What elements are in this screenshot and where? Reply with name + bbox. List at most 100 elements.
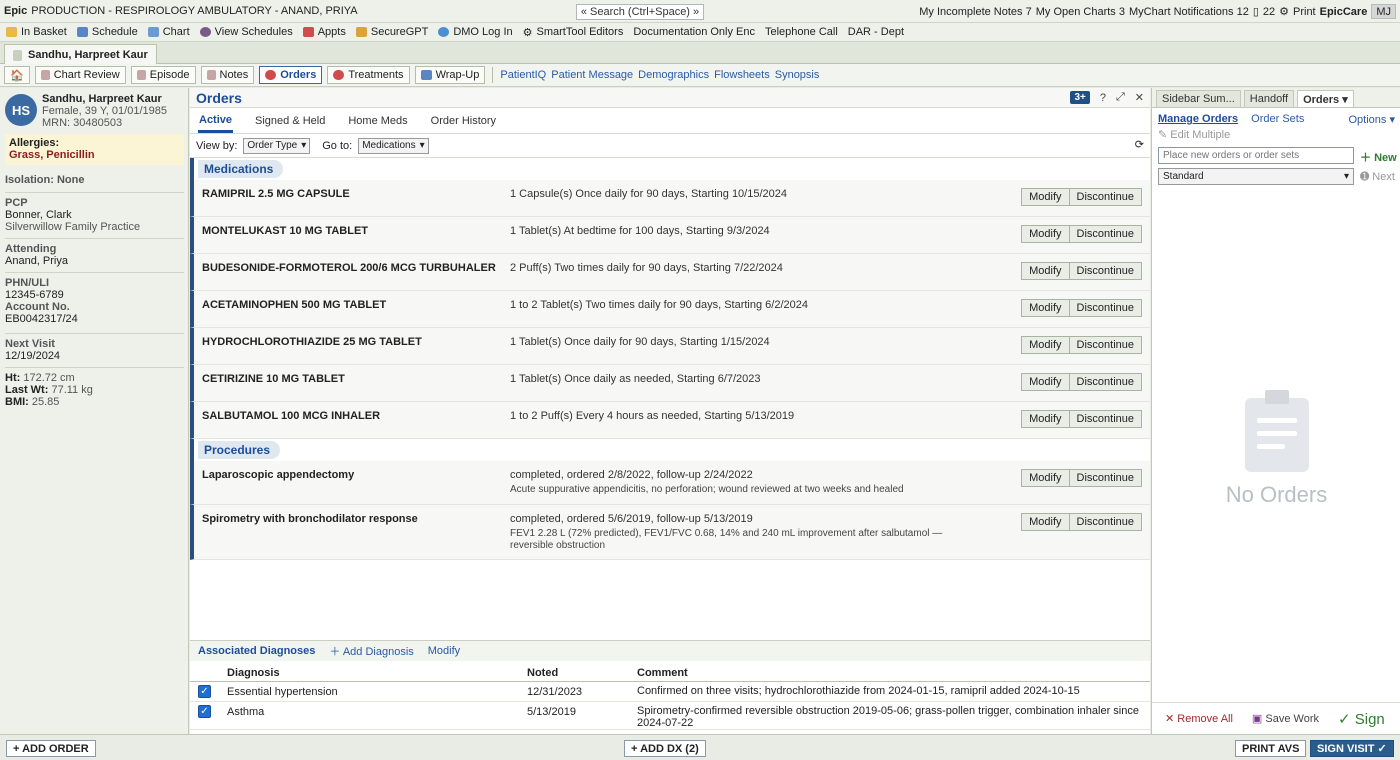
discontinue-button[interactable]: Discontinue bbox=[1069, 262, 1142, 280]
manage-orders-link[interactable]: Manage Orders bbox=[1158, 113, 1238, 125]
diagnosis-checkbox[interactable]: ✓ bbox=[198, 685, 211, 698]
medication-order-row[interactable]: BUDESONIDE-FORMOTEROL 200/6 MCG TURBUHAL… bbox=[190, 254, 1150, 291]
toolbar-telephone-call[interactable]: Telephone Call bbox=[765, 26, 838, 38]
medication-order-row[interactable]: HYDROCHLOROTHIAZIDE 25 MG TABLET 1 Tablet… bbox=[190, 328, 1150, 365]
order-mode-select[interactable]: Standard ▾ bbox=[1158, 168, 1354, 185]
edit-multiple-link[interactable]: ✎ Edit Multiple bbox=[1158, 128, 1395, 141]
link-patient-message[interactable]: Patient Message bbox=[551, 69, 633, 81]
expand-icon[interactable]: ⤢ bbox=[1116, 91, 1125, 104]
table-row[interactable]: ✓ Asthma 5/13/2019 Spirometry-confirmed rev… bbox=[190, 702, 1150, 730]
link-demographics[interactable]: Demographics bbox=[638, 69, 709, 81]
patient-name[interactable]: Sandhu, Harpreet Kaur bbox=[42, 93, 162, 105]
discontinue-button[interactable]: Discontinue bbox=[1069, 299, 1142, 317]
activity-orders[interactable]: Orders bbox=[259, 66, 323, 84]
discontinue-button[interactable]: Discontinue bbox=[1069, 469, 1142, 487]
tab-signed-held[interactable]: Signed & Held bbox=[254, 109, 326, 133]
save-work-button[interactable]: ▣ Save Work bbox=[1252, 712, 1319, 725]
close-icon[interactable]: ✕ bbox=[1135, 91, 1144, 104]
order-name[interactable]: ACETAMINOPHEN 500 MG TABLET bbox=[202, 299, 386, 311]
procedure-order-row[interactable]: Spirometry with bronchodilator response c… bbox=[190, 505, 1150, 560]
modify-button[interactable]: Modify bbox=[1021, 299, 1070, 317]
toolbar-smarttool-editors[interactable]: ⚙ SmartTool Editors bbox=[523, 26, 624, 39]
global-search-input[interactable]: « Search (Ctrl+Space) » bbox=[576, 4, 704, 20]
order-name[interactable]: BUDESONIDE-FORMOTEROL 200/6 MCG TURBUHAL… bbox=[202, 262, 496, 274]
order-name[interactable]: Spirometry with bronchodilator response bbox=[202, 513, 418, 525]
allergies-box[interactable]: Allergies: Grass, Penicillin bbox=[5, 134, 184, 165]
medications-section-label[interactable]: Medications bbox=[198, 160, 284, 178]
user-badge[interactable]: MJ bbox=[1371, 4, 1396, 19]
tab-handoff[interactable]: Handoff bbox=[1243, 90, 1295, 107]
discontinue-button[interactable]: Discontinue bbox=[1069, 513, 1142, 531]
attending-name[interactable]: Anand, Priya bbox=[5, 255, 184, 267]
link-flowsheets[interactable]: Flowsheets bbox=[714, 69, 770, 81]
order-sets-link[interactable]: Order Sets bbox=[1251, 113, 1304, 125]
toolbar-dar-dept[interactable]: DAR - Dept bbox=[848, 26, 904, 38]
procedure-order-row[interactable]: Laparoscopic appendectomy completed, orde… bbox=[190, 461, 1150, 505]
tab-active[interactable]: Active bbox=[198, 109, 234, 133]
order-name[interactable]: Laparoscopic appendectomy bbox=[202, 469, 354, 481]
add-order-button[interactable]: + ADD ORDER bbox=[6, 740, 96, 757]
tab-order-history[interactable]: Order History bbox=[430, 109, 497, 133]
modify-button[interactable]: Modify bbox=[1021, 188, 1070, 206]
sign-button[interactable]: ✓ Sign bbox=[1338, 710, 1385, 728]
avatar[interactable]: HS bbox=[5, 94, 37, 126]
help-icon[interactable]: ? bbox=[1100, 92, 1106, 104]
toolbar-dmo-login[interactable]: DMO Log In bbox=[438, 26, 513, 38]
discontinue-button[interactable]: Discontinue bbox=[1069, 336, 1142, 354]
messages-icon[interactable]: ▯ bbox=[1253, 5, 1259, 18]
goto-select[interactable]: Medications ▾ bbox=[358, 137, 429, 154]
procedures-section-label[interactable]: Procedures bbox=[198, 441, 281, 459]
order-name[interactable]: MONTELUKAST 10 MG TABLET bbox=[202, 225, 368, 237]
remove-all-button[interactable]: ✕ Remove All bbox=[1165, 712, 1233, 725]
toolbar-schedule[interactable]: Schedule bbox=[76, 26, 138, 38]
order-name[interactable]: HYDROCHLOROTHIAZIDE 25 MG TABLET bbox=[202, 336, 422, 348]
discontinue-button[interactable]: Discontinue bbox=[1069, 410, 1142, 428]
modify-diagnoses-link[interactable]: Modify bbox=[428, 645, 460, 657]
diagnosis-name[interactable]: Asthma bbox=[227, 706, 264, 718]
open-charts-link[interactable]: My Open Charts 3 bbox=[1036, 6, 1125, 18]
orders-count-badge[interactable]: 3+ bbox=[1070, 91, 1090, 104]
modify-button[interactable]: Modify bbox=[1021, 513, 1070, 531]
modify-button[interactable]: Modify bbox=[1021, 336, 1070, 354]
activity-notes[interactable]: Notes bbox=[200, 66, 255, 84]
home-button[interactable]: 🏠 bbox=[4, 66, 30, 84]
medication-order-row[interactable]: SALBUTAMOL 100 MCG INHALER 1 to 2 Puff(s)… bbox=[190, 402, 1150, 439]
medication-order-row[interactable]: MONTELUKAST 10 MG TABLET 1 Tablet(s) At b… bbox=[190, 217, 1150, 254]
toolbar-chart[interactable]: Chart bbox=[147, 26, 190, 38]
link-synopsis[interactable]: Synopsis bbox=[775, 69, 820, 81]
add-diagnosis-link[interactable]: ＋ Add Diagnosis bbox=[329, 643, 413, 659]
pcp-name[interactable]: Bonner, Clark bbox=[5, 209, 184, 221]
modify-button[interactable]: Modify bbox=[1021, 373, 1070, 391]
toolbar-securegpt[interactable]: SecureGPT bbox=[355, 26, 428, 38]
order-name[interactable]: SALBUTAMOL 100 MCG INHALER bbox=[202, 410, 380, 422]
activity-chart-review[interactable]: Chart Review bbox=[34, 66, 126, 84]
print-avs-button[interactable]: PRINT AVS bbox=[1235, 740, 1307, 757]
print-link[interactable]: Print bbox=[1293, 6, 1316, 18]
toolbar-documentation-only[interactable]: Documentation Only Enc bbox=[633, 26, 755, 38]
next-button[interactable]: ➊ Next bbox=[1360, 170, 1395, 183]
medication-order-row[interactable]: ACETAMINOPHEN 500 MG TABLET 1 to 2 Tablet… bbox=[190, 291, 1150, 328]
toolbar-appts[interactable]: Appts bbox=[302, 26, 346, 38]
medication-order-row[interactable]: CETIRIZINE 10 MG TABLET 1 Tablet(s) Once … bbox=[190, 365, 1150, 402]
settings-gear-icon[interactable]: ⚙ bbox=[1279, 5, 1289, 18]
options-menu[interactable]: Options ▾ bbox=[1349, 113, 1396, 126]
order-name[interactable]: RAMIPRIL 2.5 MG CAPSULE bbox=[202, 188, 350, 200]
tab-home-meds[interactable]: Home Meds bbox=[347, 109, 408, 133]
toolbar-view-schedules[interactable]: View Schedules bbox=[199, 26, 293, 38]
discontinue-button[interactable]: Discontinue bbox=[1069, 225, 1142, 243]
discontinue-button[interactable]: Discontinue bbox=[1069, 188, 1142, 206]
view-by-select[interactable]: Order Type ▾ bbox=[243, 137, 311, 154]
add-dx-button[interactable]: + ADD DX (2) bbox=[624, 740, 706, 757]
activity-treatments[interactable]: Treatments bbox=[327, 66, 410, 84]
medication-order-row[interactable]: RAMIPRIL 2.5 MG CAPSULE 1 Capsule(s) Once… bbox=[190, 180, 1150, 217]
modify-button[interactable]: Modify bbox=[1021, 469, 1070, 487]
toolbar-in-basket[interactable]: In Basket bbox=[6, 26, 67, 38]
tab-sidebar-summary[interactable]: Sidebar Sum... bbox=[1156, 90, 1241, 107]
activity-wrap-up[interactable]: Wrap-Up bbox=[414, 66, 486, 84]
mychart-notifications-link[interactable]: MyChart Notifications 12 bbox=[1129, 6, 1249, 18]
incomplete-notes-link[interactable]: My Incomplete Notes 7 bbox=[919, 6, 1032, 18]
modify-button[interactable]: Modify bbox=[1021, 410, 1070, 428]
modify-button[interactable]: Modify bbox=[1021, 262, 1070, 280]
refresh-icon[interactable]: ⟳ bbox=[1135, 138, 1144, 151]
discontinue-button[interactable]: Discontinue bbox=[1069, 373, 1142, 391]
